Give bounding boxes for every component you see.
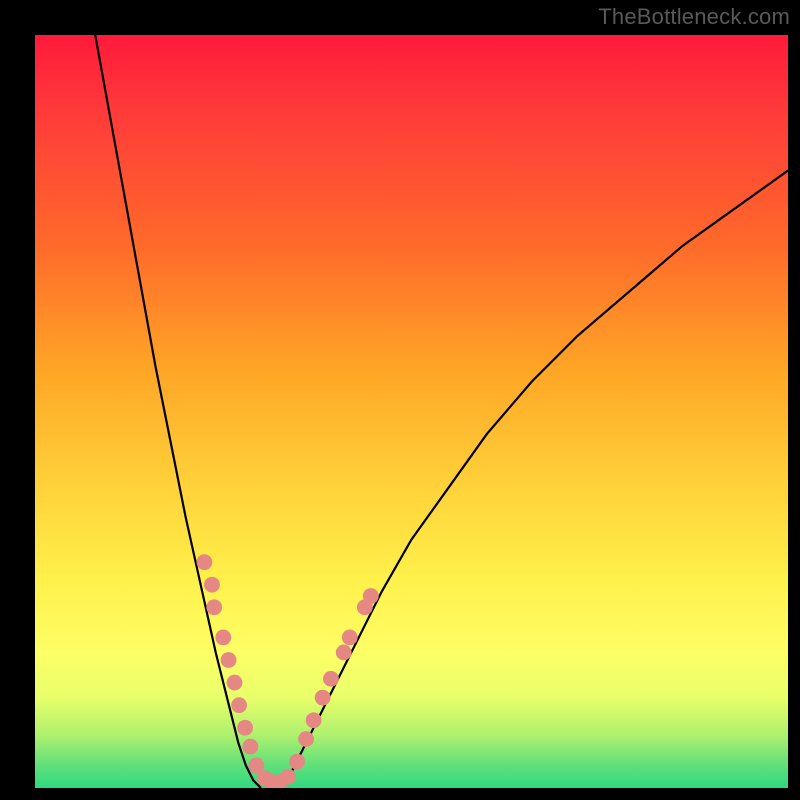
curve-layer <box>95 35 788 788</box>
marker-point <box>215 629 231 645</box>
marker-point <box>323 671 339 687</box>
marker-point <box>231 697 247 713</box>
plot-area <box>35 35 788 788</box>
chart-svg <box>35 35 788 788</box>
marker-point <box>280 769 296 785</box>
marker-point <box>242 739 258 755</box>
marker-point <box>221 652 237 668</box>
marker-point <box>342 629 358 645</box>
marker-point <box>306 712 322 728</box>
marker-point <box>237 720 253 736</box>
marker-point <box>197 554 213 570</box>
marker-point <box>206 599 222 615</box>
marker-point <box>298 731 314 747</box>
marker-point <box>204 577 220 593</box>
marker-point <box>227 675 243 691</box>
marker-layer <box>197 554 379 788</box>
watermark-text: TheBottleneck.com <box>598 4 790 30</box>
chart-stage: TheBottleneck.com <box>0 0 800 800</box>
curve-right-curve <box>283 171 788 788</box>
marker-point <box>363 588 379 604</box>
marker-point <box>315 690 331 706</box>
marker-point <box>289 754 305 770</box>
marker-point <box>336 645 352 661</box>
